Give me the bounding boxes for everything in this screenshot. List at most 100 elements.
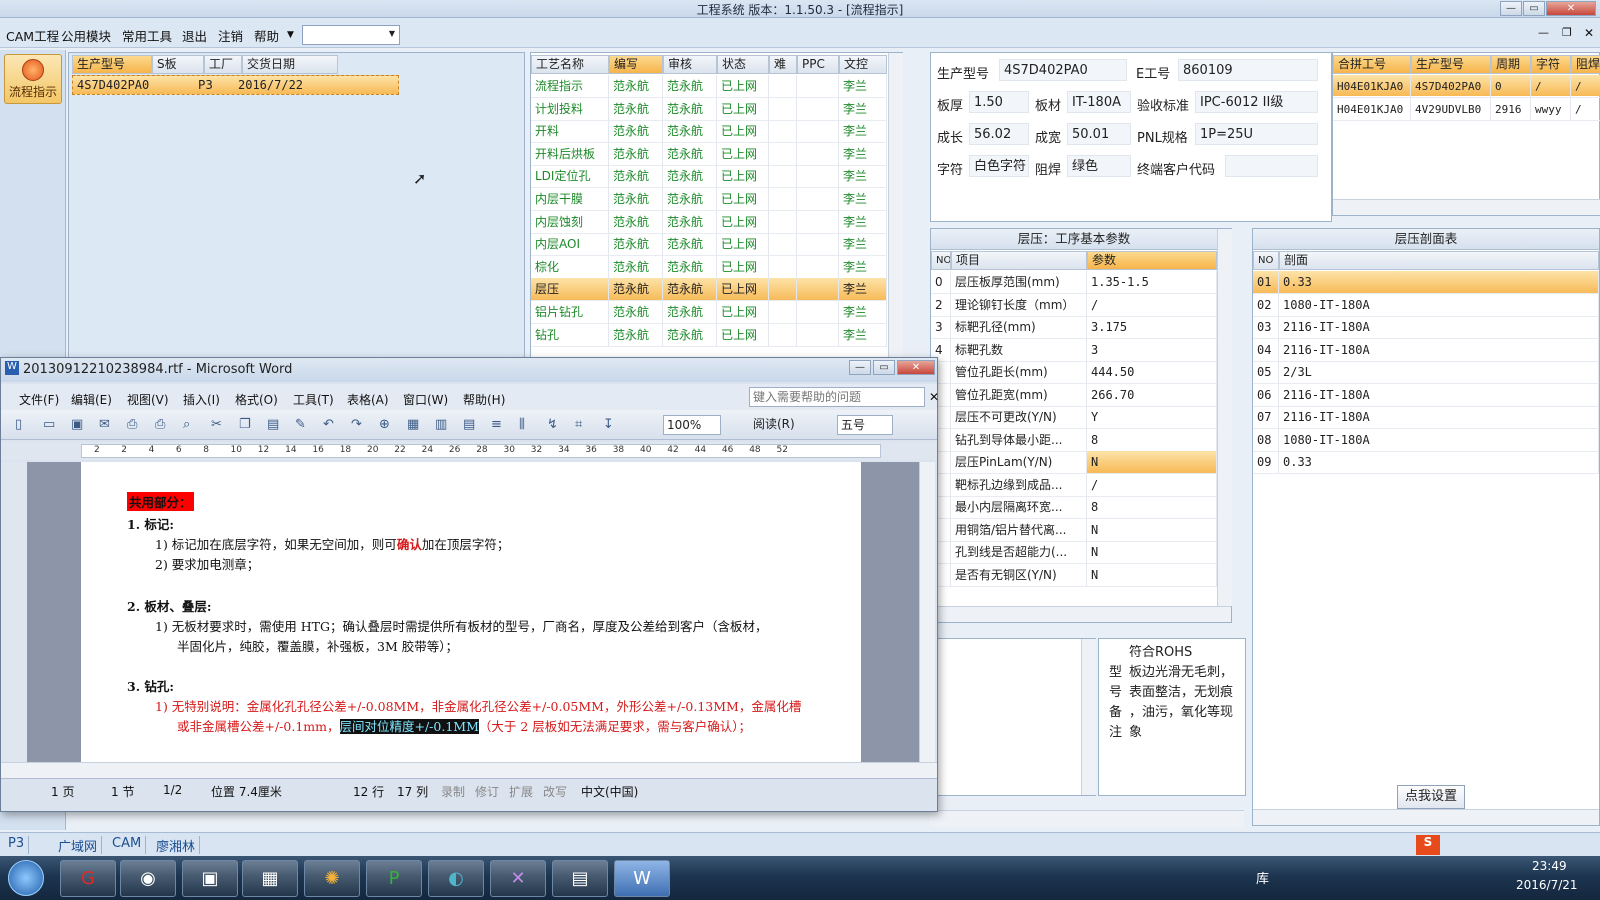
taskbar-doc-icon[interactable]: ▤ bbox=[552, 860, 608, 897]
table-row[interactable]: 开料 范永航 范永航 已上网 李兰 bbox=[531, 120, 887, 144]
col-header-1[interactable]: 编写 bbox=[609, 55, 663, 74]
word-menu-insert[interactable]: 插入(I) bbox=[183, 391, 220, 408]
toolbar-icon[interactable]: ✂ bbox=[211, 417, 222, 432]
param-row[interactable]: 是否有无铜区(Y/N) N bbox=[931, 563, 1217, 587]
params-hscrollbar[interactable] bbox=[931, 606, 1231, 622]
toolbar-icon[interactable]: ✎ bbox=[295, 417, 306, 432]
word-hscrollbar[interactable] bbox=[1, 762, 937, 778]
table-row[interactable]: 开料后烘板 范永航 范永航 已上网 李兰 bbox=[531, 142, 887, 166]
table-row[interactable]: 内层蚀刻 范永航 范永航 已上网 李兰 bbox=[531, 210, 887, 234]
taskbar-word-icon[interactable]: W bbox=[614, 860, 670, 897]
word-help-search-input[interactable] bbox=[749, 387, 925, 407]
toolbar-icon[interactable]: ❐ bbox=[239, 417, 251, 432]
col-header-model[interactable]: 生产型号 bbox=[72, 55, 152, 74]
word-menu-help[interactable]: 帮助(H) bbox=[463, 391, 505, 408]
toolbar-icon[interactable]: ⊕ bbox=[379, 417, 390, 432]
col-header-delivery[interactable]: 交货日期 bbox=[242, 55, 338, 74]
font-size-select[interactable]: 五号 bbox=[837, 415, 893, 435]
toolbar-icon[interactable]: ↧ bbox=[603, 417, 614, 432]
layup-row[interactable]: 01 0.33 bbox=[1253, 271, 1599, 294]
bottom-hscrollbar[interactable] bbox=[930, 810, 1244, 826]
taskbar-calculator-icon[interactable]: ▦ bbox=[242, 860, 298, 897]
layup-row[interactable]: 06 2116-IT-180A bbox=[1253, 383, 1599, 407]
menu-tools[interactable]: 常用工具 bbox=[122, 26, 172, 45]
param-row[interactable]: 4 标靶孔数 3 bbox=[931, 338, 1217, 362]
word-menu-view[interactable]: 视图(V) bbox=[127, 391, 169, 408]
col-header-sboard[interactable]: S板 bbox=[152, 55, 204, 74]
menu-common-modules[interactable]: 公用模块 bbox=[61, 26, 111, 45]
table-row[interactable]: 4S7D402PA0 P3 2016/7/22 bbox=[72, 75, 399, 95]
col-header-2[interactable]: 审核 bbox=[663, 55, 717, 74]
table-row[interactable]: 内层干膜 范永航 范永航 已上网 李兰 bbox=[531, 188, 887, 211]
param-row[interactable]: 3 标靶孔径(mm) 3.175 bbox=[931, 316, 1217, 339]
process-grid-scrollbar[interactable] bbox=[888, 53, 903, 362]
word-doc-close-icon[interactable]: ✕ bbox=[929, 390, 939, 404]
param-row[interactable]: 层压不可更改(Y/N) Y bbox=[931, 406, 1217, 429]
layup-row[interactable]: 09 0.33 bbox=[1253, 451, 1599, 474]
status-factory[interactable]: P3 bbox=[4, 836, 30, 854]
zoom-select[interactable]: 100% bbox=[663, 415, 721, 435]
layup-row[interactable]: 07 2116-IT-180A bbox=[1253, 406, 1599, 429]
toolbar-icon[interactable]: ▯ bbox=[15, 417, 22, 432]
sogou-ime-icon[interactable]: S bbox=[1416, 835, 1440, 855]
minimize-button[interactable]: — bbox=[1500, 1, 1522, 16]
start-button[interactable] bbox=[8, 860, 44, 896]
menu-exit[interactable]: 退出 bbox=[182, 26, 207, 45]
setup-button[interactable]: 点我设置 bbox=[1397, 785, 1465, 809]
toolbar-icon[interactable]: ↷ bbox=[351, 417, 362, 432]
mdi-restore-icon[interactable]: ❐ bbox=[1562, 26, 1572, 39]
taskbar-eye-icon[interactable]: ◐ bbox=[428, 860, 484, 897]
table-row[interactable]: LDI定位孔 范永航 范永航 已上网 李兰 bbox=[531, 165, 887, 189]
toolbar-icon[interactable]: ▥ bbox=[435, 417, 447, 432]
layup-row[interactable]: 03 2116-IT-180A bbox=[1253, 316, 1599, 339]
taskbar-shell-icon[interactable]: ✺ bbox=[304, 860, 360, 897]
param-row[interactable]: 靶标孔边缘到成品... / bbox=[931, 473, 1217, 497]
table-row[interactable]: 流程指示 范永航 范永航 已上网 李兰 bbox=[531, 75, 887, 98]
col-header-3[interactable]: 状态 bbox=[717, 55, 769, 74]
toolbar-icon[interactable]: ↯ bbox=[547, 417, 558, 432]
col-header-5[interactable]: PPC bbox=[797, 55, 839, 74]
close-button[interactable]: ✕ bbox=[1546, 1, 1596, 16]
param-row[interactable]: 0 层压板厚范围(mm) 1.35-1.5 bbox=[931, 271, 1217, 294]
word-menu-edit[interactable]: 编辑(E) bbox=[71, 391, 112, 408]
param-row[interactable]: 2 理论铆钉长度（mm） / bbox=[931, 293, 1217, 317]
toolbar-icon[interactable]: ▦ bbox=[407, 417, 419, 432]
param-row[interactable]: 钻孔到导体最小距... 8 bbox=[931, 428, 1217, 452]
taskbar-save-icon[interactable]: ▣ bbox=[182, 860, 238, 897]
params-scrollbar[interactable] bbox=[1217, 229, 1232, 606]
menu-logout[interactable]: 注销 bbox=[218, 26, 243, 45]
col-header-6[interactable]: 文控 bbox=[839, 55, 887, 74]
col-header-merge-no[interactable]: 合拼工号 bbox=[1333, 55, 1411, 74]
word-menu-table[interactable]: 表格(A) bbox=[347, 391, 389, 408]
toolbar-icon[interactable]: ↶ bbox=[323, 417, 334, 432]
toolbar-icon[interactable]: ⎙ bbox=[155, 417, 165, 432]
menu-help[interactable]: 帮助 bbox=[254, 26, 279, 45]
table-row[interactable]: 铝片钻孔 范永航 范永航 已上网 李兰 bbox=[531, 301, 887, 324]
col-header-factory[interactable]: 工厂 bbox=[204, 55, 242, 74]
toolbar-icon[interactable]: ⫼ bbox=[519, 417, 525, 432]
toolbar-icon[interactable]: ▭ bbox=[43, 417, 55, 432]
flow-indicator-button[interactable]: 流程指示 bbox=[4, 54, 62, 104]
menu-cam[interactable]: CAM工程 bbox=[6, 26, 59, 45]
word-maximize-button[interactable]: ▭ bbox=[873, 360, 895, 375]
top-combo-box[interactable]: ▼ bbox=[302, 25, 400, 45]
col-header-merge-model[interactable]: 生产型号 bbox=[1411, 55, 1491, 74]
table-row[interactable]: 内层AOI 范永航 范永航 已上网 李兰 bbox=[531, 233, 887, 257]
table-row[interactable]: 计划投料 范永航 范永航 已上网 李兰 bbox=[531, 97, 887, 121]
param-row[interactable]: 管位孔距宽(mm) 266.70 bbox=[931, 383, 1217, 407]
toolbar-icon[interactable]: ▤ bbox=[463, 417, 475, 432]
param-row[interactable]: 孔到线是否超能力(... N bbox=[931, 541, 1217, 564]
col-header-char[interactable]: 字符 bbox=[1531, 55, 1571, 74]
layup-hscrollbar[interactable] bbox=[1253, 809, 1599, 825]
mdi-close-icon[interactable]: ✕ bbox=[1584, 26, 1594, 40]
param-row[interactable]: 最小内层隔离环宽... 8 bbox=[931, 496, 1217, 519]
layup-row[interactable]: 04 2116-IT-180A bbox=[1253, 338, 1599, 362]
toolbar-icon[interactable]: ▤ bbox=[267, 417, 279, 432]
toolbar-icon[interactable]: ✉ bbox=[99, 417, 110, 432]
clock-date[interactable]: 2016/7/21 bbox=[1516, 878, 1578, 892]
toolbar-icon[interactable]: ⌗ bbox=[575, 417, 582, 432]
toolbar-icon[interactable]: ▣ bbox=[71, 417, 83, 432]
taskbar-x-icon[interactable]: ✕ bbox=[490, 860, 546, 897]
layup-row[interactable]: 02 1080-IT-180A bbox=[1253, 293, 1599, 317]
taskbar-p-icon[interactable]: P bbox=[366, 860, 422, 897]
